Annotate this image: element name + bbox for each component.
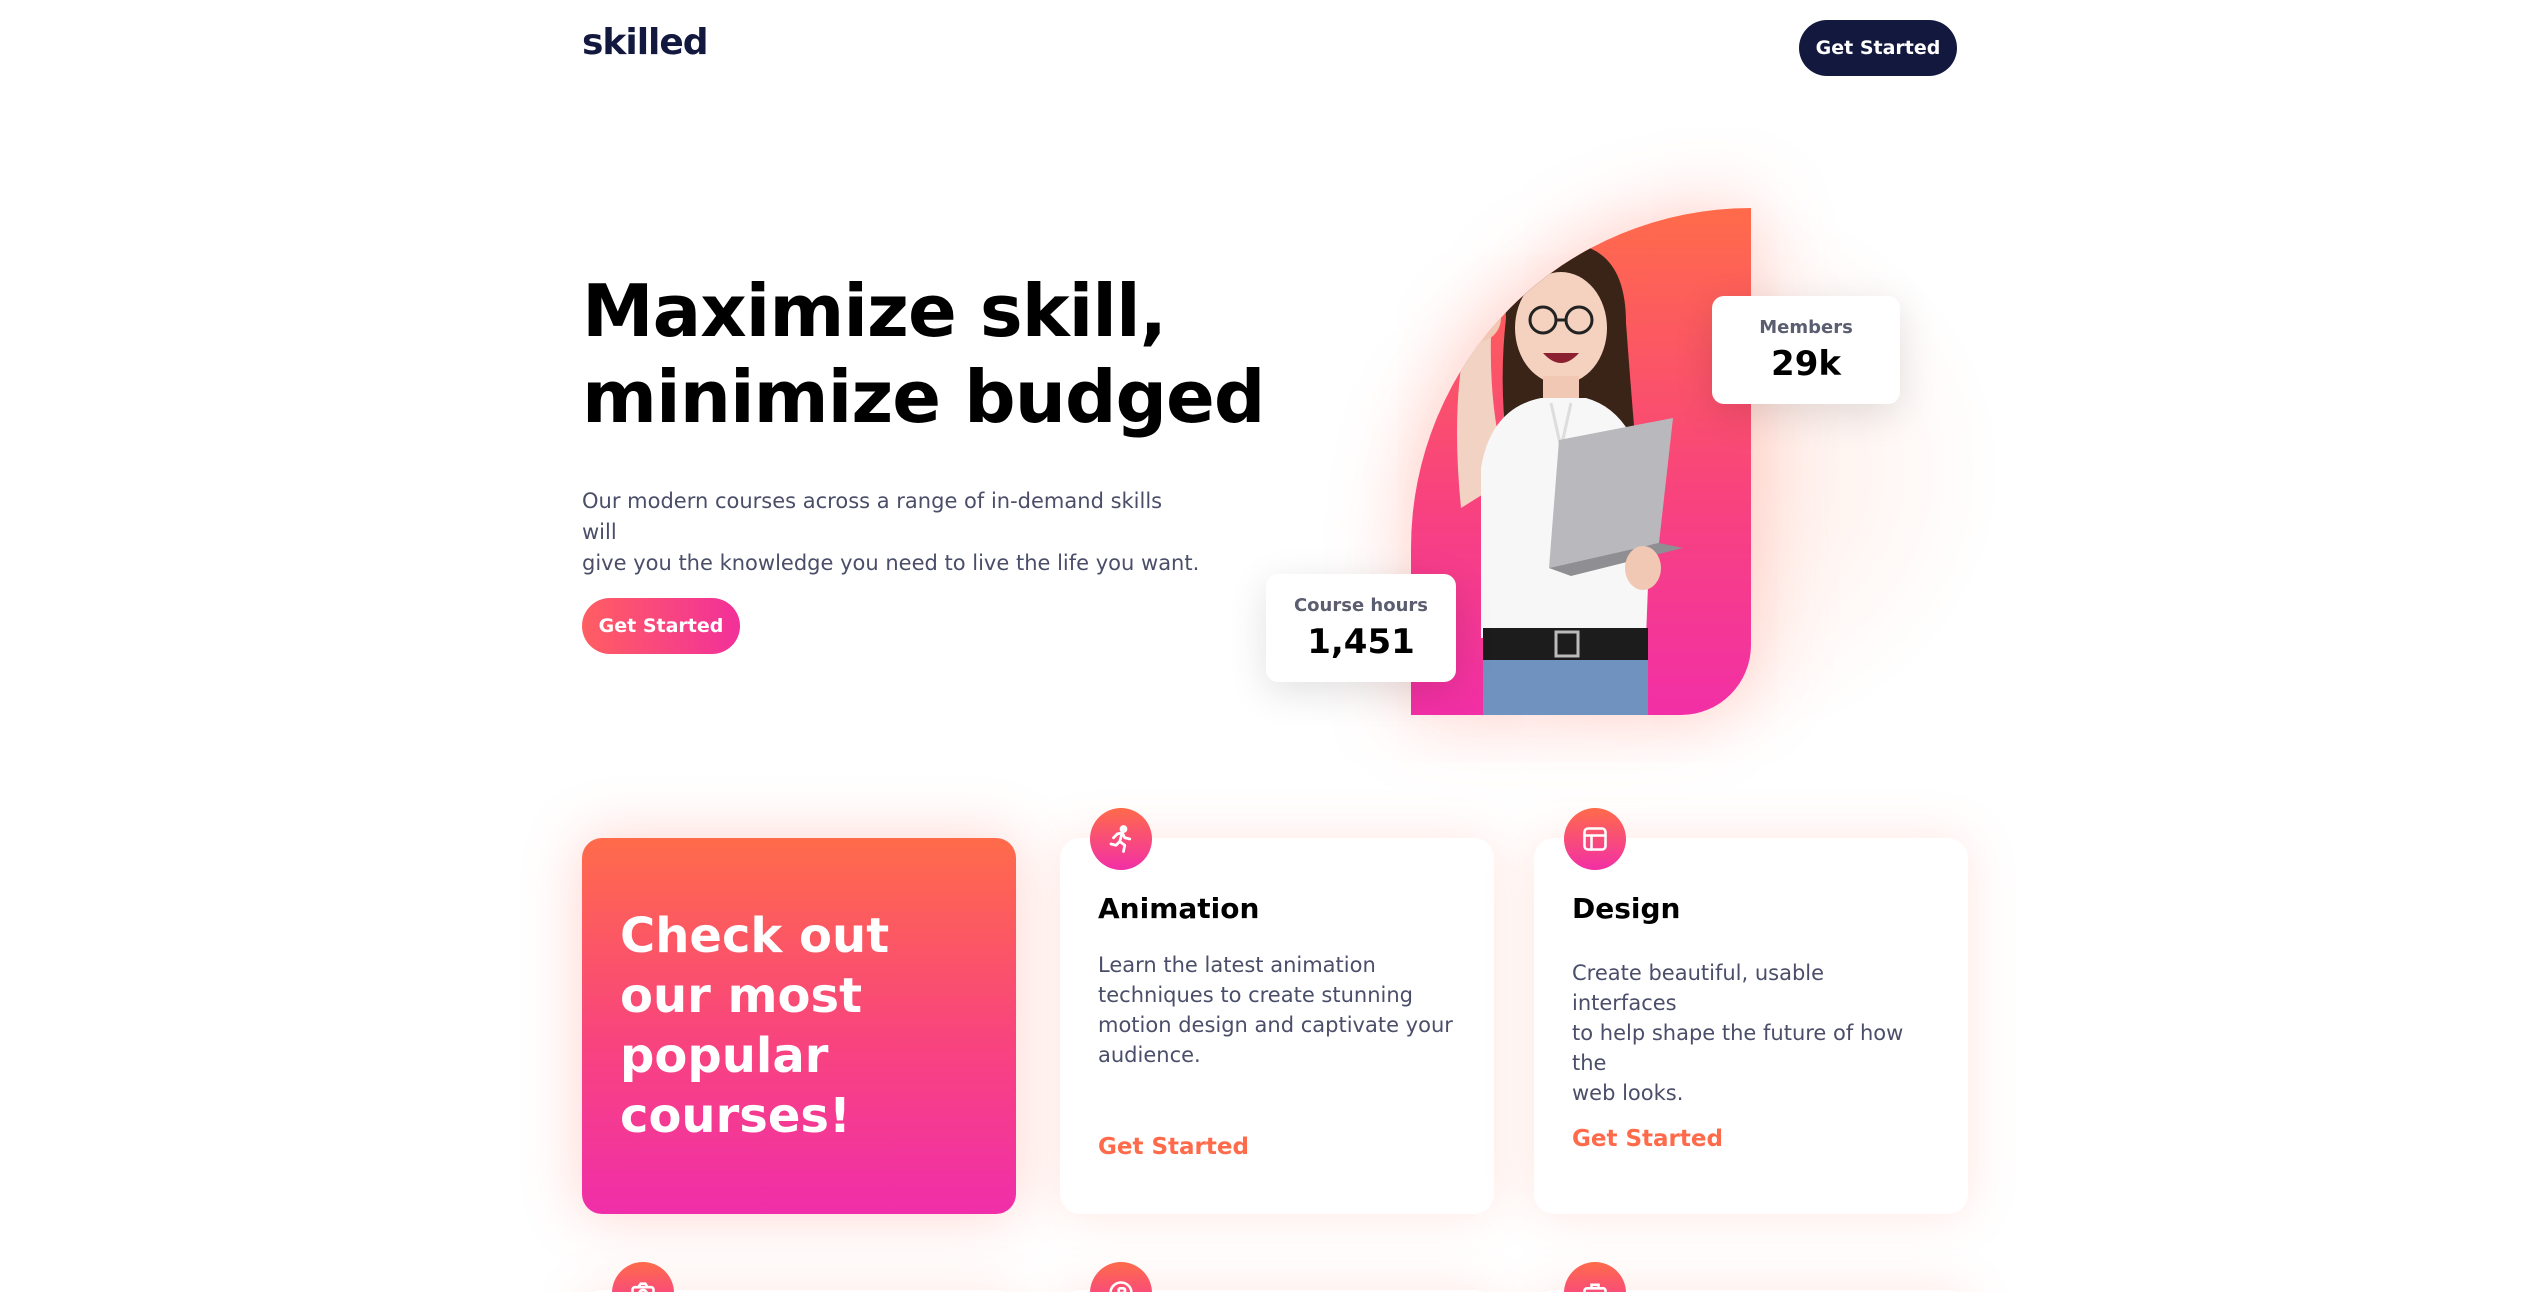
animation-get-started-link[interactable]: Get Started — [1098, 1134, 1249, 1160]
hero-subtitle: Our modern courses across a range of in-… — [582, 486, 1202, 579]
promo-line-1: Check out — [620, 908, 890, 964]
promo-heading: Check out our most popular courses! — [620, 906, 980, 1146]
course-description: Learn the latest animation techniques to… — [1098, 953, 1453, 1067]
promo-line-4: courses! — [620, 1088, 851, 1144]
members-stat-label: Members — [1759, 316, 1853, 338]
running-person-icon — [1090, 808, 1152, 870]
course-hours-stat-card: Course hours 1,451 — [1266, 574, 1456, 682]
promo-line-2: our most — [620, 968, 863, 1024]
course-title: Animation — [1098, 892, 1260, 925]
camera-icon — [612, 1262, 674, 1292]
course-hours-stat-value: 1,451 — [1307, 621, 1415, 662]
header-get-started-button[interactable]: Get Started — [1799, 20, 1957, 76]
hero-person-image — [1453, 243, 1683, 715]
hero-subtitle-line-1: Our modern courses across a range of in-… — [582, 489, 1163, 544]
popular-courses-promo-card: Check out our most popular courses! — [582, 838, 1016, 1214]
promo-line-3: popular — [620, 1028, 829, 1084]
members-stat-card: Members 29k — [1712, 296, 1900, 404]
hero-title-line-1: Maximize skill, — [582, 269, 1167, 353]
briefcase-icon — [1564, 1262, 1626, 1292]
crypto-icon — [1090, 1262, 1152, 1292]
course-title: Design — [1572, 892, 1681, 925]
hero-title: Maximize skill, minimize budged — [582, 268, 1282, 440]
logo[interactable]: skilled — [582, 22, 709, 63]
hero-title-line-2: minimize budged — [582, 355, 1265, 439]
course-card-design: Design Create beautiful, usable interfac… — [1534, 808, 1968, 1214]
hero-image-backdrop — [1411, 208, 1751, 715]
course-description: Create beautiful, usable interfaces to h… — [1572, 961, 1904, 1105]
design-get-started-link[interactable]: Get Started — [1572, 1126, 1723, 1152]
layout-icon — [1564, 808, 1626, 870]
course-hours-stat-label: Course hours — [1293, 594, 1429, 616]
course-card-animation: Animation Learn the latest animation tec… — [1060, 808, 1494, 1214]
members-stat-value: 29k — [1771, 343, 1841, 384]
hero-get-started-button[interactable]: Get Started — [582, 598, 740, 654]
hero-subtitle-line-2: give you the knowledge you need to live … — [582, 551, 1200, 575]
